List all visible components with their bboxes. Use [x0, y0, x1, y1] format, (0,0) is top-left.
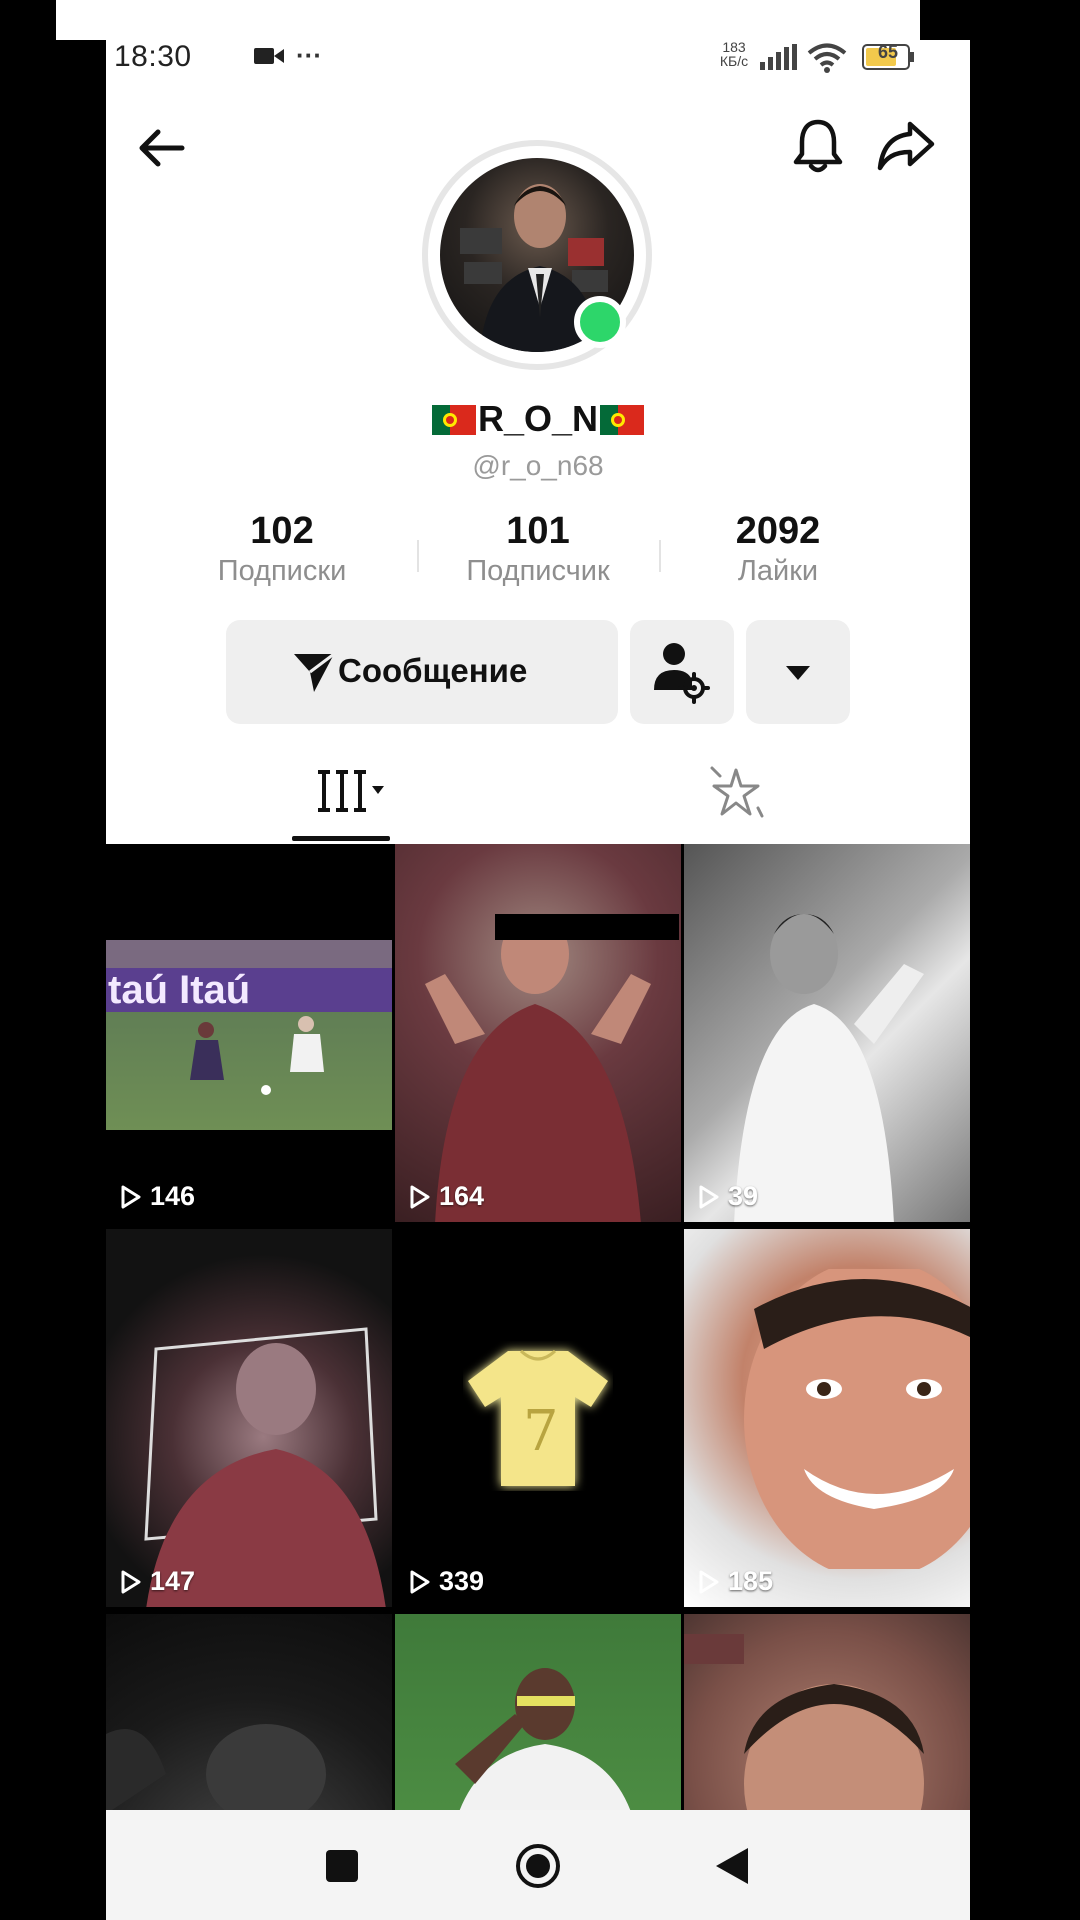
system-nav-bar: [106, 1810, 970, 1920]
friend-settings-button[interactable]: [630, 620, 734, 724]
status-time: 18:30: [114, 40, 192, 73]
view-count: 146: [120, 1181, 195, 1212]
view-count-text: 339: [439, 1566, 485, 1596]
player-kiss-icon: [734, 914, 924, 1222]
smiling-face-icon: [744, 1269, 970, 1569]
letterbox-right: [970, 40, 1080, 1920]
stat-value: 101: [506, 510, 570, 552]
square-icon[interactable]: [326, 1850, 358, 1882]
network-speed-unit: КБ/с: [719, 53, 749, 69]
more-options-button[interactable]: [746, 620, 850, 724]
view-count-text: 146: [150, 1181, 196, 1211]
play-icon: [410, 1185, 430, 1208]
wifi-icon: [807, 43, 847, 73]
banner-text: taú Itaú: [108, 968, 251, 1012]
thumbnail-banner: taú Itaú: [106, 968, 392, 1012]
view-count: 39: [698, 1181, 758, 1212]
player-salute-icon: [455, 1668, 635, 1824]
stat-likes[interactable]: 2092 Лайки: [658, 510, 898, 588]
stat-label: Подписчик: [466, 555, 610, 587]
video-camera-icon: [254, 48, 284, 64]
portugal-flag-icon: [600, 405, 645, 435]
players-icon: [190, 1016, 324, 1095]
stat-following[interactable]: 102 Подписки: [162, 510, 402, 588]
bell-icon[interactable]: [790, 116, 846, 176]
share-arrow-icon[interactable]: [876, 118, 936, 174]
battery-level: 65: [877, 42, 899, 62]
play-icon: [410, 1570, 430, 1593]
send-icon: [294, 652, 335, 692]
view-count: 185: [698, 1566, 773, 1597]
player-head-icon: [684, 1634, 924, 1834]
censor-bar: [495, 914, 679, 940]
stat-value: 2092: [735, 510, 821, 552]
portugal-flag-icon: [431, 405, 476, 435]
view-count-text: 185: [728, 1566, 774, 1596]
video-thumbnail[interactable]: 147: [106, 1229, 392, 1607]
page: 18:30 ··· 183 КБ/с 65 R_O_N @r_o_n68 102…: [0, 0, 1080, 1920]
status-bar: 18:30 ··· 183 КБ/с 65: [106, 40, 970, 76]
view-count-text: 147: [150, 1566, 196, 1596]
stat-followers[interactable]: 101 Подписчик: [418, 510, 658, 588]
video-thumbnail[interactable]: taú Itaú 146: [106, 844, 392, 1222]
play-icon: [699, 1185, 719, 1208]
caret-down-icon: [786, 666, 810, 680]
video-thumbnail[interactable]: 185: [684, 1229, 970, 1607]
view-count: 339: [409, 1566, 484, 1597]
message-button-label: Сообщение: [338, 652, 528, 689]
signal-icon: [760, 44, 797, 70]
play-icon: [699, 1570, 719, 1593]
video-thumbnail[interactable]: 164: [395, 844, 681, 1222]
sparkle-icon[interactable]: [708, 764, 764, 820]
video-grid: taú Itaú 146 164 39 147 7 339 185: [106, 844, 970, 1920]
grid-bars-icon[interactable]: [316, 766, 388, 816]
stat-label: Подписки: [217, 555, 347, 587]
view-count-text: 164: [439, 1181, 485, 1211]
view-count: 164: [409, 1181, 484, 1212]
username: @r_o_n68: [472, 450, 604, 481]
online-badge: [574, 296, 626, 348]
stat-value: 102: [250, 510, 314, 552]
play-icon: [121, 1185, 141, 1208]
triangle-back-icon[interactable]: [712, 1846, 752, 1886]
phone-screen: 18:30 ··· 183 КБ/с 65 R_O_N @r_o_n68 102…: [106, 40, 970, 1920]
stat-label: Лайки: [737, 555, 819, 587]
network-speed: 183 КБ/с: [712, 40, 756, 68]
top-strip: [56, 0, 920, 40]
active-tab-indicator: [292, 836, 390, 841]
user-settings-icon: [654, 643, 710, 704]
network-speed-value: 183: [722, 40, 746, 55]
dark-scene-icon: [106, 1724, 326, 1814]
video-thumbnail[interactable]: 39: [684, 844, 970, 1222]
display-name-text: R_O_N: [477, 398, 599, 439]
video-thumbnail[interactable]: 7 339: [395, 1229, 681, 1607]
play-icon: [121, 1570, 141, 1593]
view-count-text: 39: [728, 1181, 759, 1211]
view-count: 147: [120, 1566, 195, 1597]
letterbox-left: [0, 40, 106, 1920]
back-arrow-icon[interactable]: [134, 120, 190, 176]
display-name: R_O_N: [106, 398, 970, 440]
more-notifications: ···: [296, 40, 322, 70]
message-button[interactable]: Сообщение: [226, 620, 618, 724]
player-celebrating-icon: [425, 914, 651, 1222]
player-shout-icon: [144, 1327, 386, 1607]
jersey-number: 7: [523, 1399, 559, 1464]
circle-icon[interactable]: [514, 1842, 562, 1890]
